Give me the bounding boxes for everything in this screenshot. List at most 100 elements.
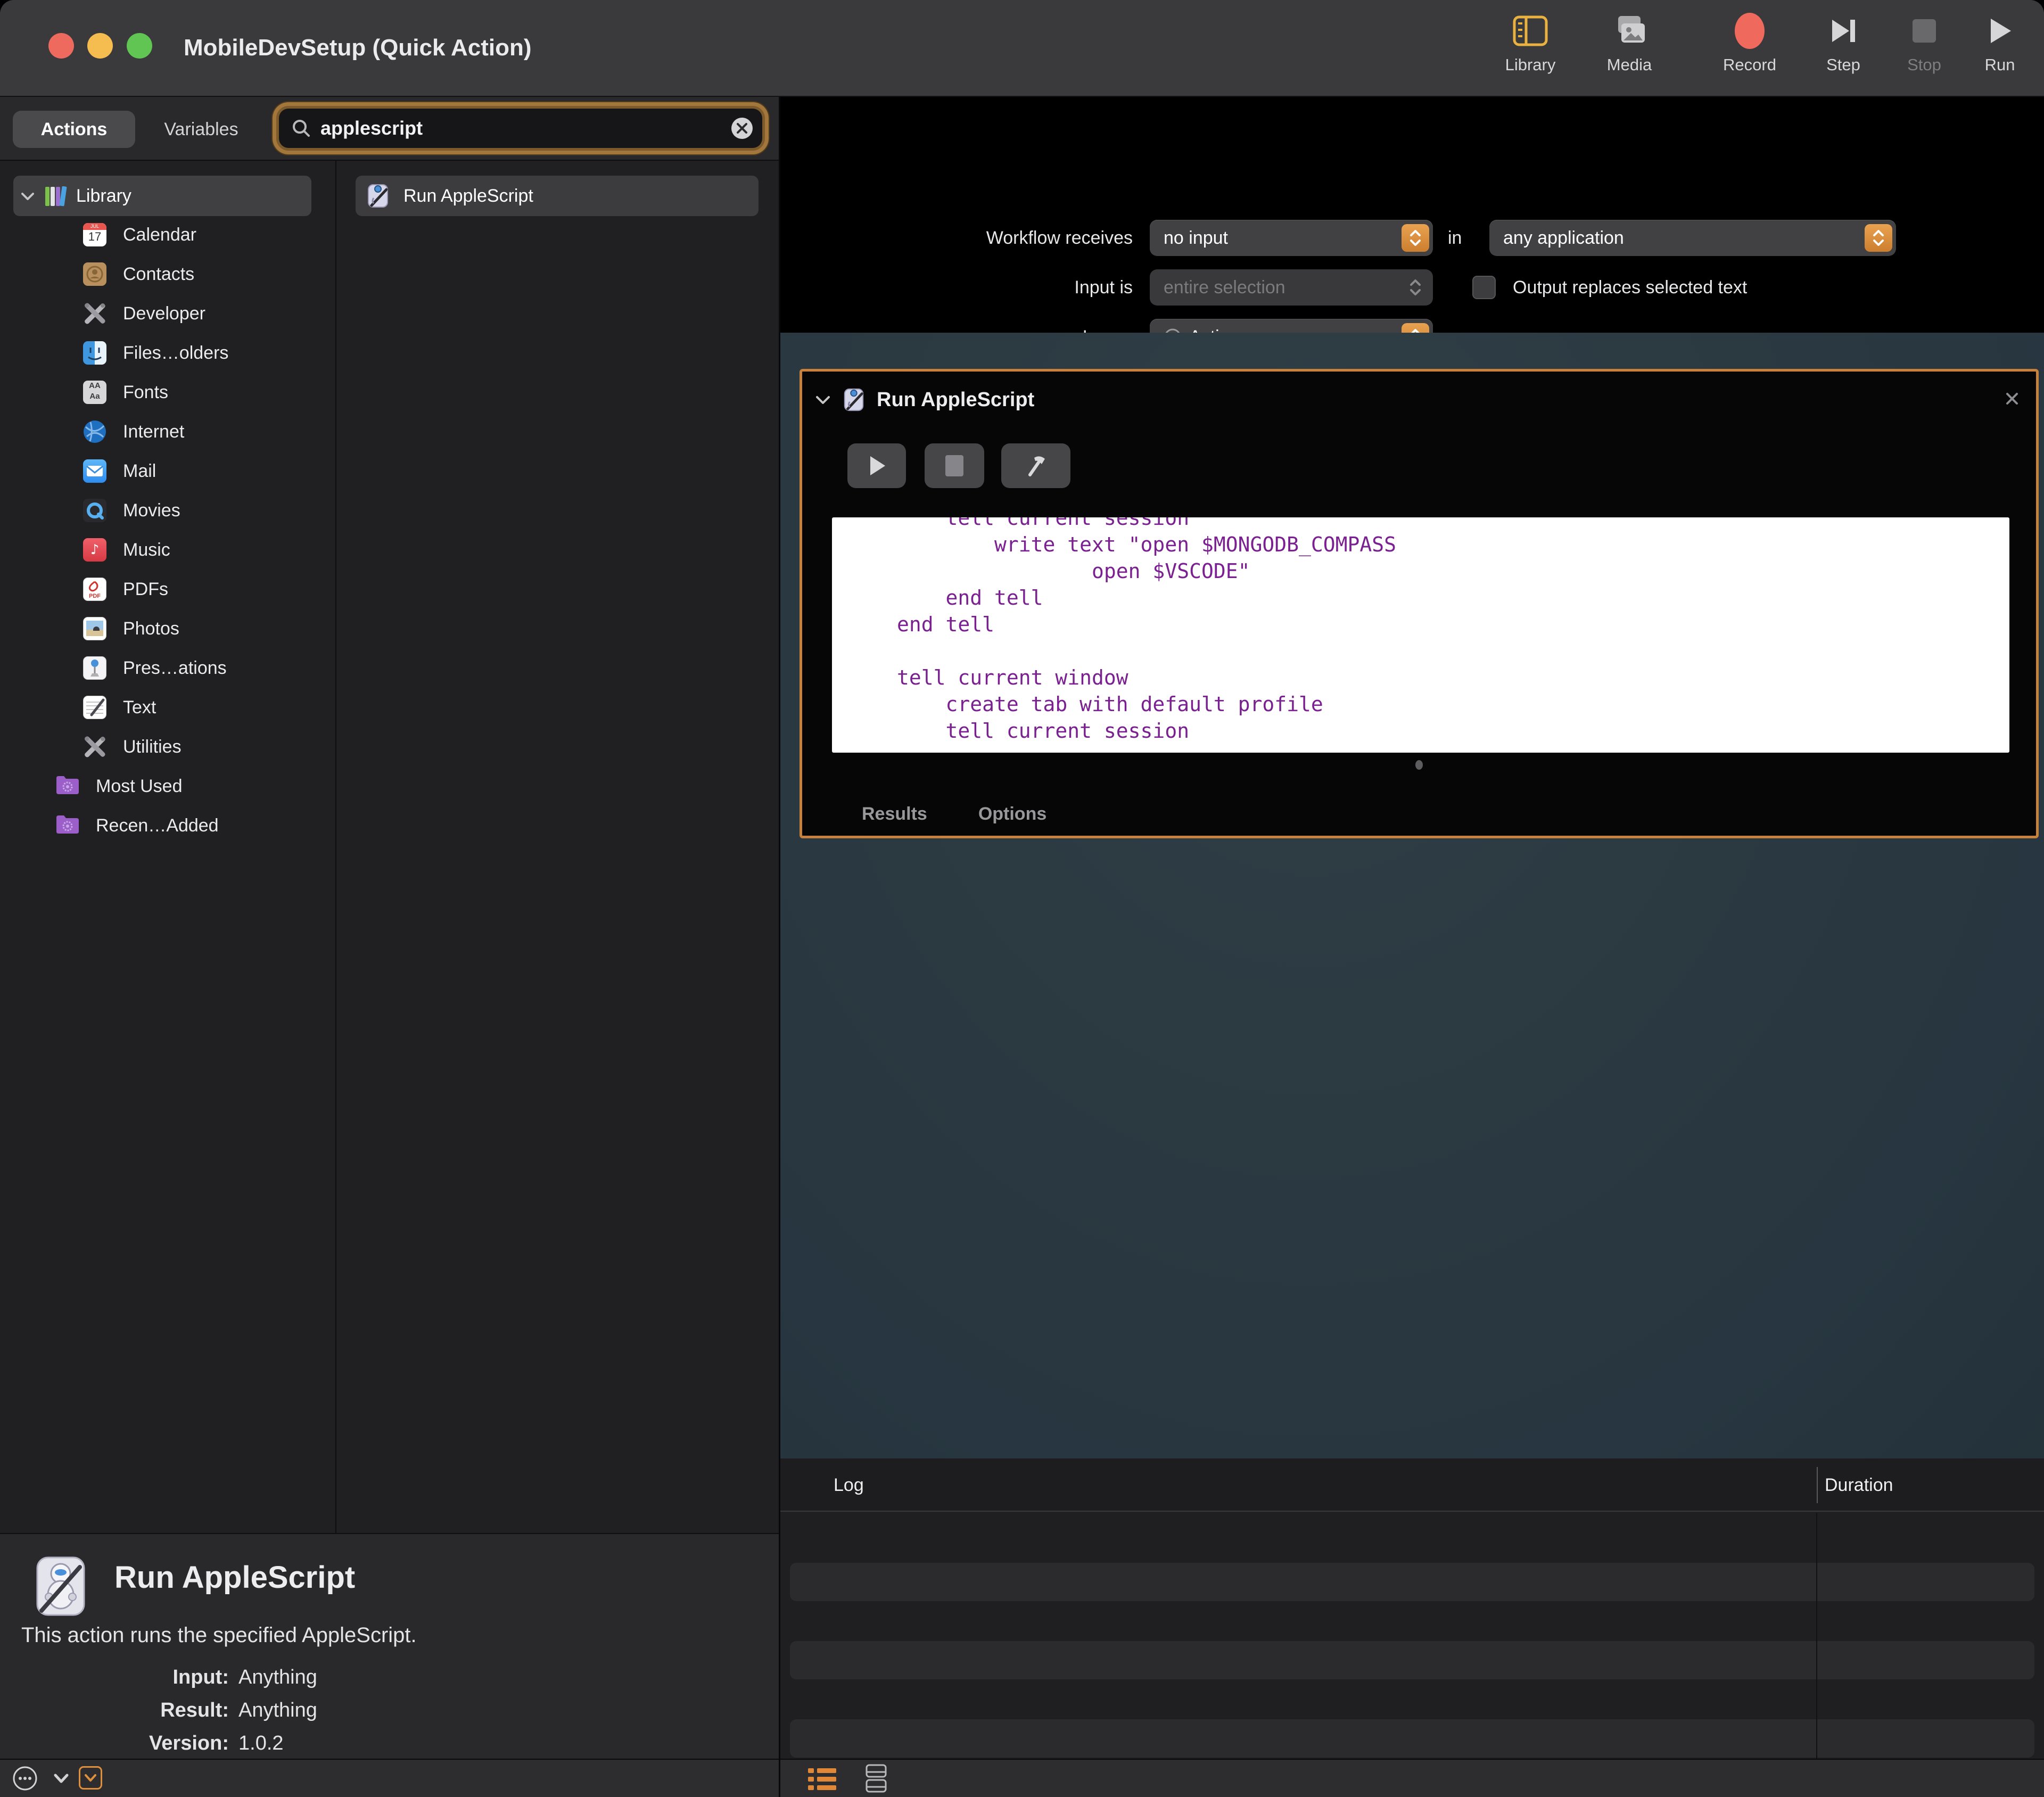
script-run-button[interactable] bbox=[847, 443, 906, 488]
clear-search-icon[interactable] bbox=[730, 117, 754, 140]
run-icon bbox=[1960, 7, 2040, 54]
output-replaces-checkbox[interactable] bbox=[1472, 276, 1496, 299]
sidebar-item-contacts[interactable]: Contacts bbox=[0, 254, 335, 294]
library-toolbar-label: Library bbox=[1490, 55, 1570, 75]
window-title: MobileDevSetup (Quick Action) bbox=[184, 0, 532, 96]
sidebar-category-list: JUL 17 Calendar Contacts Developer bbox=[0, 215, 335, 845]
options-link[interactable]: Options bbox=[978, 804, 1046, 830]
tab-actions[interactable]: Actions bbox=[13, 111, 135, 148]
sidebar-item-library[interactable]: Library bbox=[13, 176, 311, 216]
run-toolbar-button[interactable]: Run bbox=[1960, 7, 2040, 75]
sidebar-item-mail[interactable]: Mail bbox=[0, 451, 335, 491]
sidebar-item-fonts[interactable]: AAAa Fonts bbox=[0, 373, 335, 412]
output-replaces-label: Output replaces selected text bbox=[1513, 269, 1747, 306]
sidebar-item-recently-added[interactable]: Recen…Added bbox=[0, 806, 335, 845]
library-toolbar-button[interactable]: Library bbox=[1490, 7, 1570, 75]
stop-square-icon bbox=[945, 455, 963, 476]
record-icon bbox=[1710, 7, 1790, 54]
library-sidebar: Library JUL 17 Calendar Contacts bbox=[0, 161, 335, 1533]
log-table bbox=[780, 1513, 2044, 1759]
variables-ellipsis-icon[interactable] bbox=[12, 1765, 38, 1792]
globe-icon bbox=[83, 419, 107, 444]
actions-results-column: Run AppleScript bbox=[336, 161, 779, 1533]
applescript-code[interactable]: tell current session write text "open $M… bbox=[832, 517, 2009, 744]
minimize-window-button[interactable] bbox=[87, 33, 113, 59]
collapse-chevron-icon[interactable] bbox=[815, 394, 831, 406]
run-applescript-action-block[interactable]: Run AppleScript tell current session wri… bbox=[800, 369, 2039, 838]
keynote-icon bbox=[83, 656, 107, 680]
finder-icon bbox=[83, 341, 107, 365]
sidebar-item-text[interactable]: Text bbox=[0, 688, 335, 727]
media-toolbar-button[interactable]: Media bbox=[1589, 7, 1669, 75]
record-toolbar-button[interactable]: Record bbox=[1710, 7, 1790, 75]
sidebar-item-movies[interactable]: Movies bbox=[0, 491, 335, 530]
column-divider[interactable] bbox=[1817, 1467, 1818, 1503]
sidebar-item-files-folders[interactable]: Files…olders bbox=[0, 333, 335, 373]
library-header-row: Actions Variables bbox=[0, 97, 779, 160]
duration-column-label: Duration bbox=[1825, 1458, 1893, 1512]
search-icon bbox=[291, 118, 312, 139]
sidebar-item-music[interactable]: ♪ Music bbox=[0, 530, 335, 570]
media-toolbar-label: Media bbox=[1589, 55, 1669, 75]
search-field[interactable] bbox=[279, 109, 762, 148]
applescript-script-icon bbox=[365, 183, 391, 209]
sidebar-item-pdfs[interactable]: PDF PDFs bbox=[0, 570, 335, 609]
action-item-label: Run AppleScript bbox=[403, 186, 533, 207]
sidebar-item-calendar[interactable]: JUL 17 Calendar bbox=[0, 215, 335, 254]
step-toolbar-button[interactable]: Step bbox=[1803, 7, 1883, 75]
bottom-bar-left bbox=[0, 1759, 779, 1797]
close-action-icon[interactable] bbox=[2003, 390, 2021, 408]
stepper-icon bbox=[1865, 224, 1892, 252]
editor-resize-handle[interactable] bbox=[1415, 760, 1423, 770]
search-input[interactable] bbox=[319, 117, 730, 140]
action-item-run-applescript[interactable]: Run AppleScript bbox=[356, 176, 759, 216]
chevron-down-icon[interactable] bbox=[53, 1773, 69, 1784]
stop-toolbar-label: Stop bbox=[1884, 55, 1964, 75]
duration-divider-line bbox=[1816, 1513, 1817, 1759]
mail-icon bbox=[83, 459, 107, 483]
log-row bbox=[790, 1563, 2034, 1601]
sidebar-item-utilities[interactable]: Utilities bbox=[0, 727, 335, 766]
sidebar-library-label: Library bbox=[76, 186, 131, 207]
record-toolbar-label: Record bbox=[1710, 55, 1790, 75]
close-window-button[interactable] bbox=[48, 33, 74, 59]
contacts-icon bbox=[83, 262, 107, 286]
sidebar-item-internet[interactable]: Internet bbox=[0, 412, 335, 451]
zoom-window-button[interactable] bbox=[127, 33, 152, 59]
stepper-icon bbox=[1402, 274, 1429, 301]
sidebar-item-most-used[interactable]: Most Used bbox=[0, 766, 335, 806]
tab-variables[interactable]: Variables bbox=[143, 111, 260, 148]
applescript-code-editor[interactable]: tell current session write text "open $M… bbox=[832, 517, 2009, 753]
script-stop-button[interactable] bbox=[925, 443, 984, 488]
wrench-cross-icon bbox=[83, 735, 107, 759]
application-popup[interactable]: any application bbox=[1489, 220, 1896, 256]
sidebar-item-photos[interactable]: Photos bbox=[0, 609, 335, 648]
step-icon bbox=[1803, 7, 1883, 54]
run-toolbar-label: Run bbox=[1960, 55, 2040, 75]
pdf-icon: PDF bbox=[83, 577, 107, 601]
sidebar-column-divider[interactable] bbox=[335, 160, 336, 1533]
check-chevron-icon bbox=[84, 1773, 97, 1783]
stop-toolbar-button[interactable]: Stop bbox=[1884, 7, 1964, 75]
results-link[interactable]: Results bbox=[862, 804, 927, 830]
workflow-receives-popup[interactable]: no input bbox=[1150, 220, 1433, 256]
applescript-script-icon bbox=[842, 388, 866, 412]
photos-icon bbox=[83, 616, 107, 641]
library-sidebar-icon bbox=[1490, 7, 1570, 54]
log-list-view-icon[interactable] bbox=[808, 1766, 838, 1792]
sidebar-item-presentations[interactable]: Pres…ations bbox=[0, 648, 335, 688]
disclosure-chevron-icon[interactable] bbox=[21, 191, 35, 201]
hammer-icon bbox=[1024, 454, 1048, 478]
log-flow-view-icon[interactable] bbox=[864, 1764, 888, 1794]
workflow-check-toggle[interactable] bbox=[79, 1766, 102, 1790]
stepper-icon bbox=[1402, 224, 1429, 252]
main-split-divider[interactable] bbox=[779, 97, 780, 1797]
fonts-icon: AAAa bbox=[83, 380, 107, 405]
sidebar-item-developer[interactable]: Developer bbox=[0, 294, 335, 333]
bottom-bar-right bbox=[780, 1759, 2044, 1797]
log-row bbox=[790, 1719, 2034, 1758]
input-is-label: Input is bbox=[789, 269, 1133, 306]
log-row bbox=[790, 1641, 2034, 1679]
script-compile-button[interactable] bbox=[1001, 443, 1070, 488]
result-row: Result: Anything bbox=[0, 1699, 532, 1731]
